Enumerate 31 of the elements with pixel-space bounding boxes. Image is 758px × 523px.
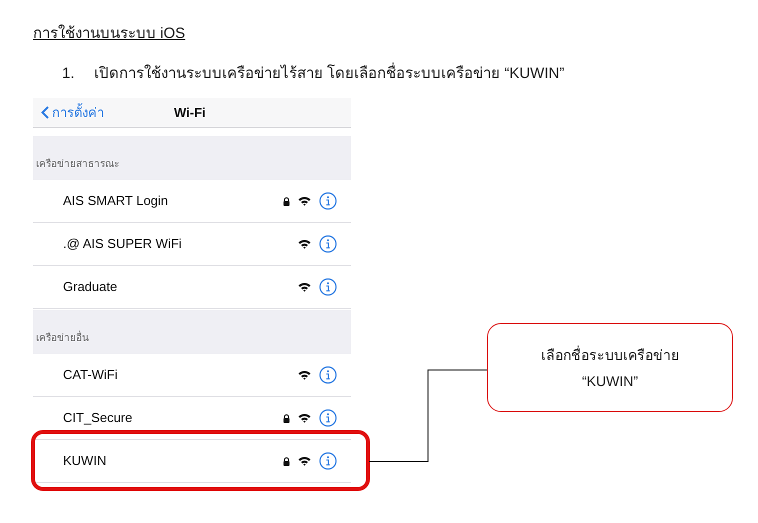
screen-title: Wi-Fi [174,104,206,122]
step-text: เปิดการใช้งานระบบเครือข่ายไร้สาย โดยเลือกชื่อระบบเครือข่าย “KUWIN” [94,64,564,84]
back-chevron-icon [41,106,49,119]
network-row[interactable]: .@ AIS SUPER WiFi [33,223,351,266]
wifi-icon [298,196,311,206]
callout-text: “KUWIN” [582,372,638,390]
network-row[interactable]: CAT-WiFi [33,354,351,397]
section-header: เครือข่ายอื่น [33,310,351,354]
info-icon[interactable] [319,452,337,470]
wifi-icon [298,413,311,423]
heading: การใช้งานบนระบบ iOS [33,24,186,44]
info-icon[interactable] [319,235,337,253]
section-header: เครือข่ายสาธารณะ [33,136,351,180]
network-row[interactable]: KUWIN [33,440,351,483]
back-button[interactable]: การตั้งค่า [33,102,104,122]
info-icon[interactable] [319,409,337,427]
wifi-icon [298,239,311,249]
wifi-icon [298,370,311,380]
wifi-icon [298,456,311,466]
info-icon[interactable] [319,366,337,384]
lock-icon [283,456,290,466]
network-row[interactable]: CIT_Secure [33,397,351,440]
step-number: 1. [62,64,76,84]
info-icon[interactable] [319,192,337,210]
callout-text: เลือกชื่อระบบเครือข่าย [541,344,679,364]
network-row[interactable]: AIS SMART Login [33,180,351,223]
info-icon[interactable] [319,278,337,296]
network-row[interactable]: Graduate [33,266,351,309]
lock-icon [283,196,290,206]
wifi-icon [298,282,311,292]
lock-icon [283,414,290,422]
